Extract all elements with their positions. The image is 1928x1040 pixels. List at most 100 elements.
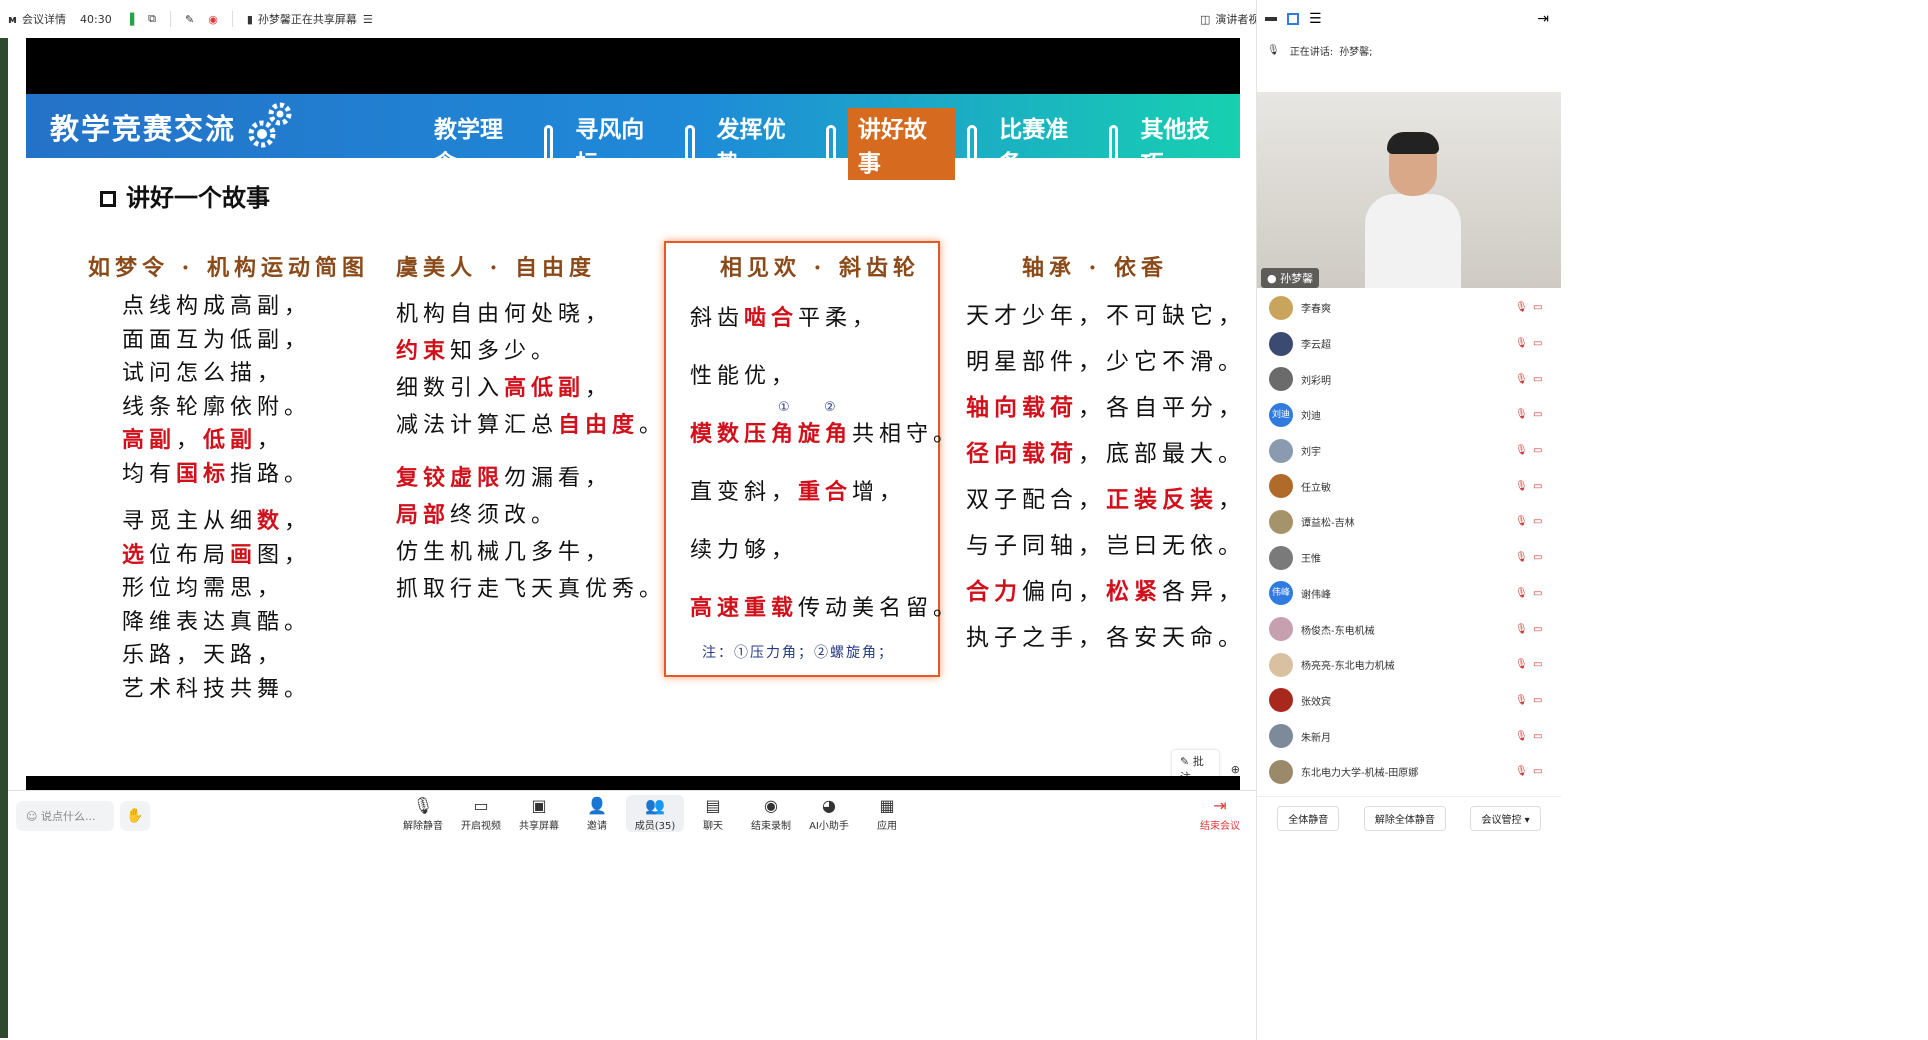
- toolbar-mic-muted-button[interactable]: 🎙 解除静音: [394, 795, 452, 832]
- member-row[interactable]: 李云超 🎙 ▭: [1257, 326, 1561, 362]
- mic-muted-icon[interactable]: 🎙: [1515, 766, 1528, 777]
- camera-off-icon[interactable]: ▭: [1533, 302, 1542, 313]
- member-row[interactable]: 刘宇 🎙 ▭: [1257, 433, 1561, 469]
- toolbar-members-button[interactable]: 👥 成员(35): [626, 795, 684, 832]
- poem-line: 模数压角旋角共相守。: [690, 421, 961, 447]
- mic-muted-icon[interactable]: 🎙: [1515, 516, 1528, 527]
- toolbar-video-off-button[interactable]: ▭ 开启视频: [452, 795, 510, 832]
- member-row[interactable]: 张效宾 🎙 ▭: [1257, 683, 1561, 719]
- member-list: 李春爽 🎙 ▭ 李云超 🎙 ▭ 刘彩明 🎙 ▭ 刘迪 刘迪 🎙 ▭ 刘宇 🎙 ▭ 任立敏 🎙 ▭ 谭益松-吉林 🎙 ▭ 王惟…: [1257, 290, 1561, 790]
- poem-line: 约束知多少。: [396, 338, 559, 364]
- camera-off-icon[interactable]: ▭: [1533, 516, 1542, 527]
- wrench-icon: [684, 125, 695, 163]
- toolbar-label: 解除静音: [403, 821, 443, 832]
- collapse-panel-icon[interactable]: ⇥: [1537, 11, 1549, 27]
- member-row[interactable]: 伟峰 谢伟峰 🎙 ▭: [1257, 576, 1561, 612]
- zoom-icon[interactable]: ⊕: [1231, 763, 1240, 776]
- raise-hand-icon[interactable]: ✋: [120, 801, 150, 831]
- camera-off-icon[interactable]: ▭: [1533, 588, 1542, 599]
- mic-muted-icon[interactable]: 🎙: [1515, 624, 1528, 635]
- mic-muted-icon[interactable]: 🎙: [1515, 659, 1528, 670]
- toolbar-share-screen-button[interactable]: ▣ 共享屏幕: [510, 795, 568, 832]
- member-row[interactable]: 谭益松-吉林 🎙 ▭: [1257, 504, 1561, 540]
- layout-icon[interactable]: [1287, 13, 1299, 25]
- minimize-icon[interactable]: [1265, 17, 1277, 21]
- mute-all-button[interactable]: 全体静音: [1277, 806, 1340, 831]
- bottom-toolbar: ☺ 说点什么... ✋ 🎙 解除静音 ▭ 开启视频 ▣ 共享屏幕 👤 邀请 👥 成员(35) ▤ 聊天…: [8, 790, 1256, 840]
- toolbar-chat-button[interactable]: ▤ 聊天: [684, 795, 742, 832]
- mic-muted-icon[interactable]: 🎙: [1515, 302, 1528, 313]
- member-name: 朱新月: [1301, 732, 1331, 744]
- member-row[interactable]: 王惟 🎙 ▭: [1257, 540, 1561, 576]
- annotation-off-icon[interactable]: ✎: [185, 13, 194, 26]
- camera-off-icon[interactable]: ▭: [1533, 445, 1542, 456]
- camera-off-icon[interactable]: ▭: [1533, 766, 1542, 777]
- mic-muted-icon[interactable]: 🎙: [1515, 552, 1528, 563]
- speaker-video[interactable]: ● 孙梦馨: [1257, 92, 1561, 288]
- camera-off-icon[interactable]: ▭: [1533, 695, 1542, 706]
- sharing-notice[interactable]: ▮ 孙梦馨正在共享屏幕 ☰: [247, 11, 373, 27]
- camera-off-icon[interactable]: ▭: [1533, 374, 1542, 385]
- camera-off-icon[interactable]: ▭: [1533, 731, 1542, 742]
- chat-icon: ▤: [705, 796, 721, 815]
- poem-line: 艺术科技共舞。: [122, 676, 312, 702]
- avatar: [1269, 438, 1293, 463]
- nav-item: 寻风向标: [575, 117, 645, 177]
- camera-off-icon[interactable]: ▭: [1533, 338, 1542, 349]
- popout-icon[interactable]: ⧉: [148, 12, 156, 26]
- video-off-icon: ▭: [473, 796, 489, 815]
- record-icon[interactable]: ◉: [208, 13, 218, 26]
- member-row[interactable]: 杨亮亮-东北电力机械 🎙 ▭: [1257, 647, 1561, 683]
- camera-off-icon[interactable]: ▭: [1533, 659, 1542, 670]
- meeting-control-button[interactable]: 会议管控 ▾: [1470, 806, 1541, 831]
- wrench-icon: [967, 125, 978, 163]
- poem-title: 如梦令 · 机构运动简图: [88, 255, 369, 281]
- member-name: 谢伟峰: [1301, 589, 1331, 601]
- poem-line: 形位均需思，: [122, 576, 285, 601]
- toolbar-ai-assistant-button[interactable]: ◕ AI小助手: [800, 795, 858, 832]
- panel-topbar: ☰ ⇥: [1257, 0, 1561, 38]
- poem-line: 双子配合，正装反装，: [966, 486, 1246, 513]
- mic-muted-icon[interactable]: 🎙: [1515, 695, 1528, 706]
- mic-muted-icon[interactable]: 🎙: [1515, 588, 1528, 599]
- poem-line: 减法计算汇总自由度。: [396, 412, 667, 438]
- camera-off-icon[interactable]: ▭: [1533, 481, 1542, 492]
- camera-off-icon[interactable]: ▭: [1533, 624, 1542, 635]
- member-row[interactable]: 刘迪 刘迪 🎙 ▭: [1257, 397, 1561, 433]
- divider: [231, 11, 233, 27]
- poem-line: 点线构成高副，: [122, 294, 312, 319]
- meeting-details[interactable]: ᴍ 会议详情: [8, 11, 66, 27]
- end-meeting-button[interactable]: ⇥ 结束会议: [1200, 795, 1240, 832]
- mic-muted-icon[interactable]: 🎙: [1515, 445, 1528, 456]
- poem-line: 续力够，: [690, 538, 799, 563]
- mic-muted-icon[interactable]: 🎙: [1515, 481, 1528, 492]
- poem-line: 细数引入高低副，: [396, 375, 613, 401]
- mic-muted-icon[interactable]: 🎙: [1515, 374, 1528, 385]
- divider: [170, 11, 172, 27]
- member-row[interactable]: 任立敏 🎙 ▭: [1257, 468, 1561, 504]
- member-name: 李云超: [1301, 340, 1331, 352]
- member-row[interactable]: 杨俊杰-东电机械 🎙 ▭: [1257, 611, 1561, 647]
- toolbar-invite-button[interactable]: 👤 邀请: [568, 795, 626, 832]
- unmute-all-button[interactable]: 解除全体静音: [1363, 806, 1446, 831]
- mic-muted-icon[interactable]: 🎙: [1515, 338, 1528, 349]
- toolbar-apps-button[interactable]: ▦ 应用: [858, 795, 916, 832]
- slide-heading: 讲好一个故事: [100, 178, 270, 213]
- poem-line: 面面互为低副，: [122, 327, 312, 353]
- member-row[interactable]: 朱新月 🎙 ▭: [1257, 718, 1561, 754]
- signal-icon[interactable]: ▐: [126, 13, 134, 26]
- toolbar-record-button[interactable]: ◉ 结束录制: [742, 795, 800, 832]
- poem-line: 斜齿啮合平柔，: [690, 305, 880, 331]
- mic-muted-icon[interactable]: 🎙: [1515, 731, 1528, 742]
- list-icon[interactable]: ☰: [1309, 11, 1322, 27]
- member-row[interactable]: 东北电力大学-机械-田原娜 🎙 ▭: [1257, 754, 1561, 790]
- chat-input[interactable]: ☺ 说点什么...: [16, 801, 114, 831]
- poem-line: 仿生机械几多牛，: [396, 540, 613, 565]
- presenter-view[interactable]: ◫ 演讲者视: [1200, 11, 1259, 27]
- mic-muted-icon[interactable]: 🎙: [1515, 409, 1528, 420]
- member-row[interactable]: 李春爽 🎙 ▭: [1257, 290, 1561, 326]
- member-row[interactable]: 刘彩明 🎙 ▭: [1257, 361, 1561, 397]
- camera-off-icon[interactable]: ▭: [1533, 552, 1542, 563]
- member-name: 任立敏: [1301, 482, 1331, 494]
- camera-off-icon[interactable]: ▭: [1533, 409, 1542, 420]
